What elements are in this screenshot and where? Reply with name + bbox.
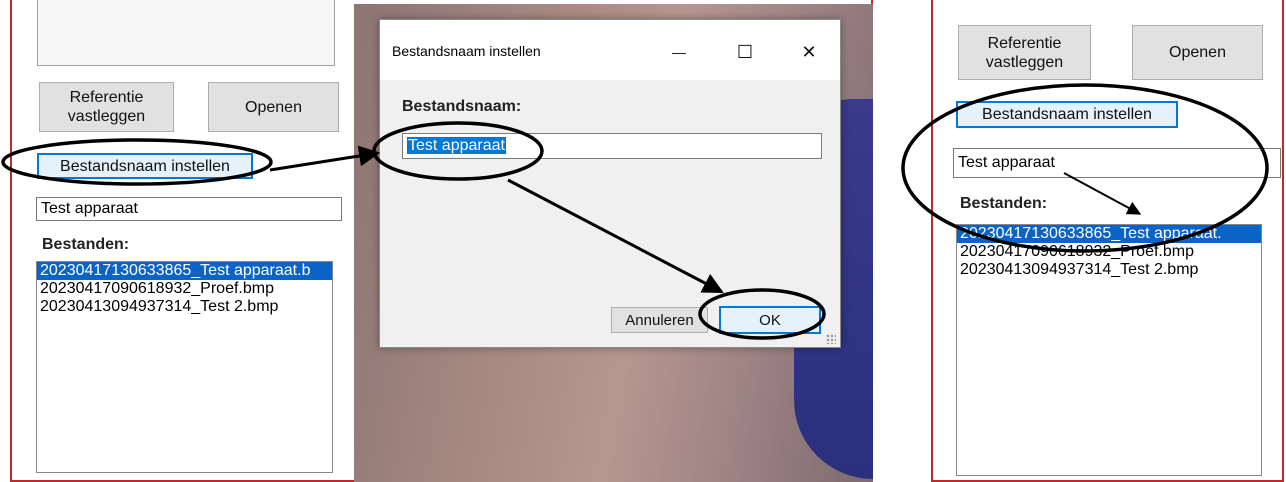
arrow-annotation xyxy=(269,145,381,172)
highlight-ellipse xyxy=(1,138,273,186)
arrow-annotation xyxy=(507,178,724,294)
highlight-ellipse xyxy=(698,288,826,340)
annotation-overlay xyxy=(1,83,1269,340)
arrow-annotation xyxy=(1063,172,1142,215)
highlight-ellipse xyxy=(372,121,544,181)
highlight-ellipse xyxy=(901,83,1269,253)
